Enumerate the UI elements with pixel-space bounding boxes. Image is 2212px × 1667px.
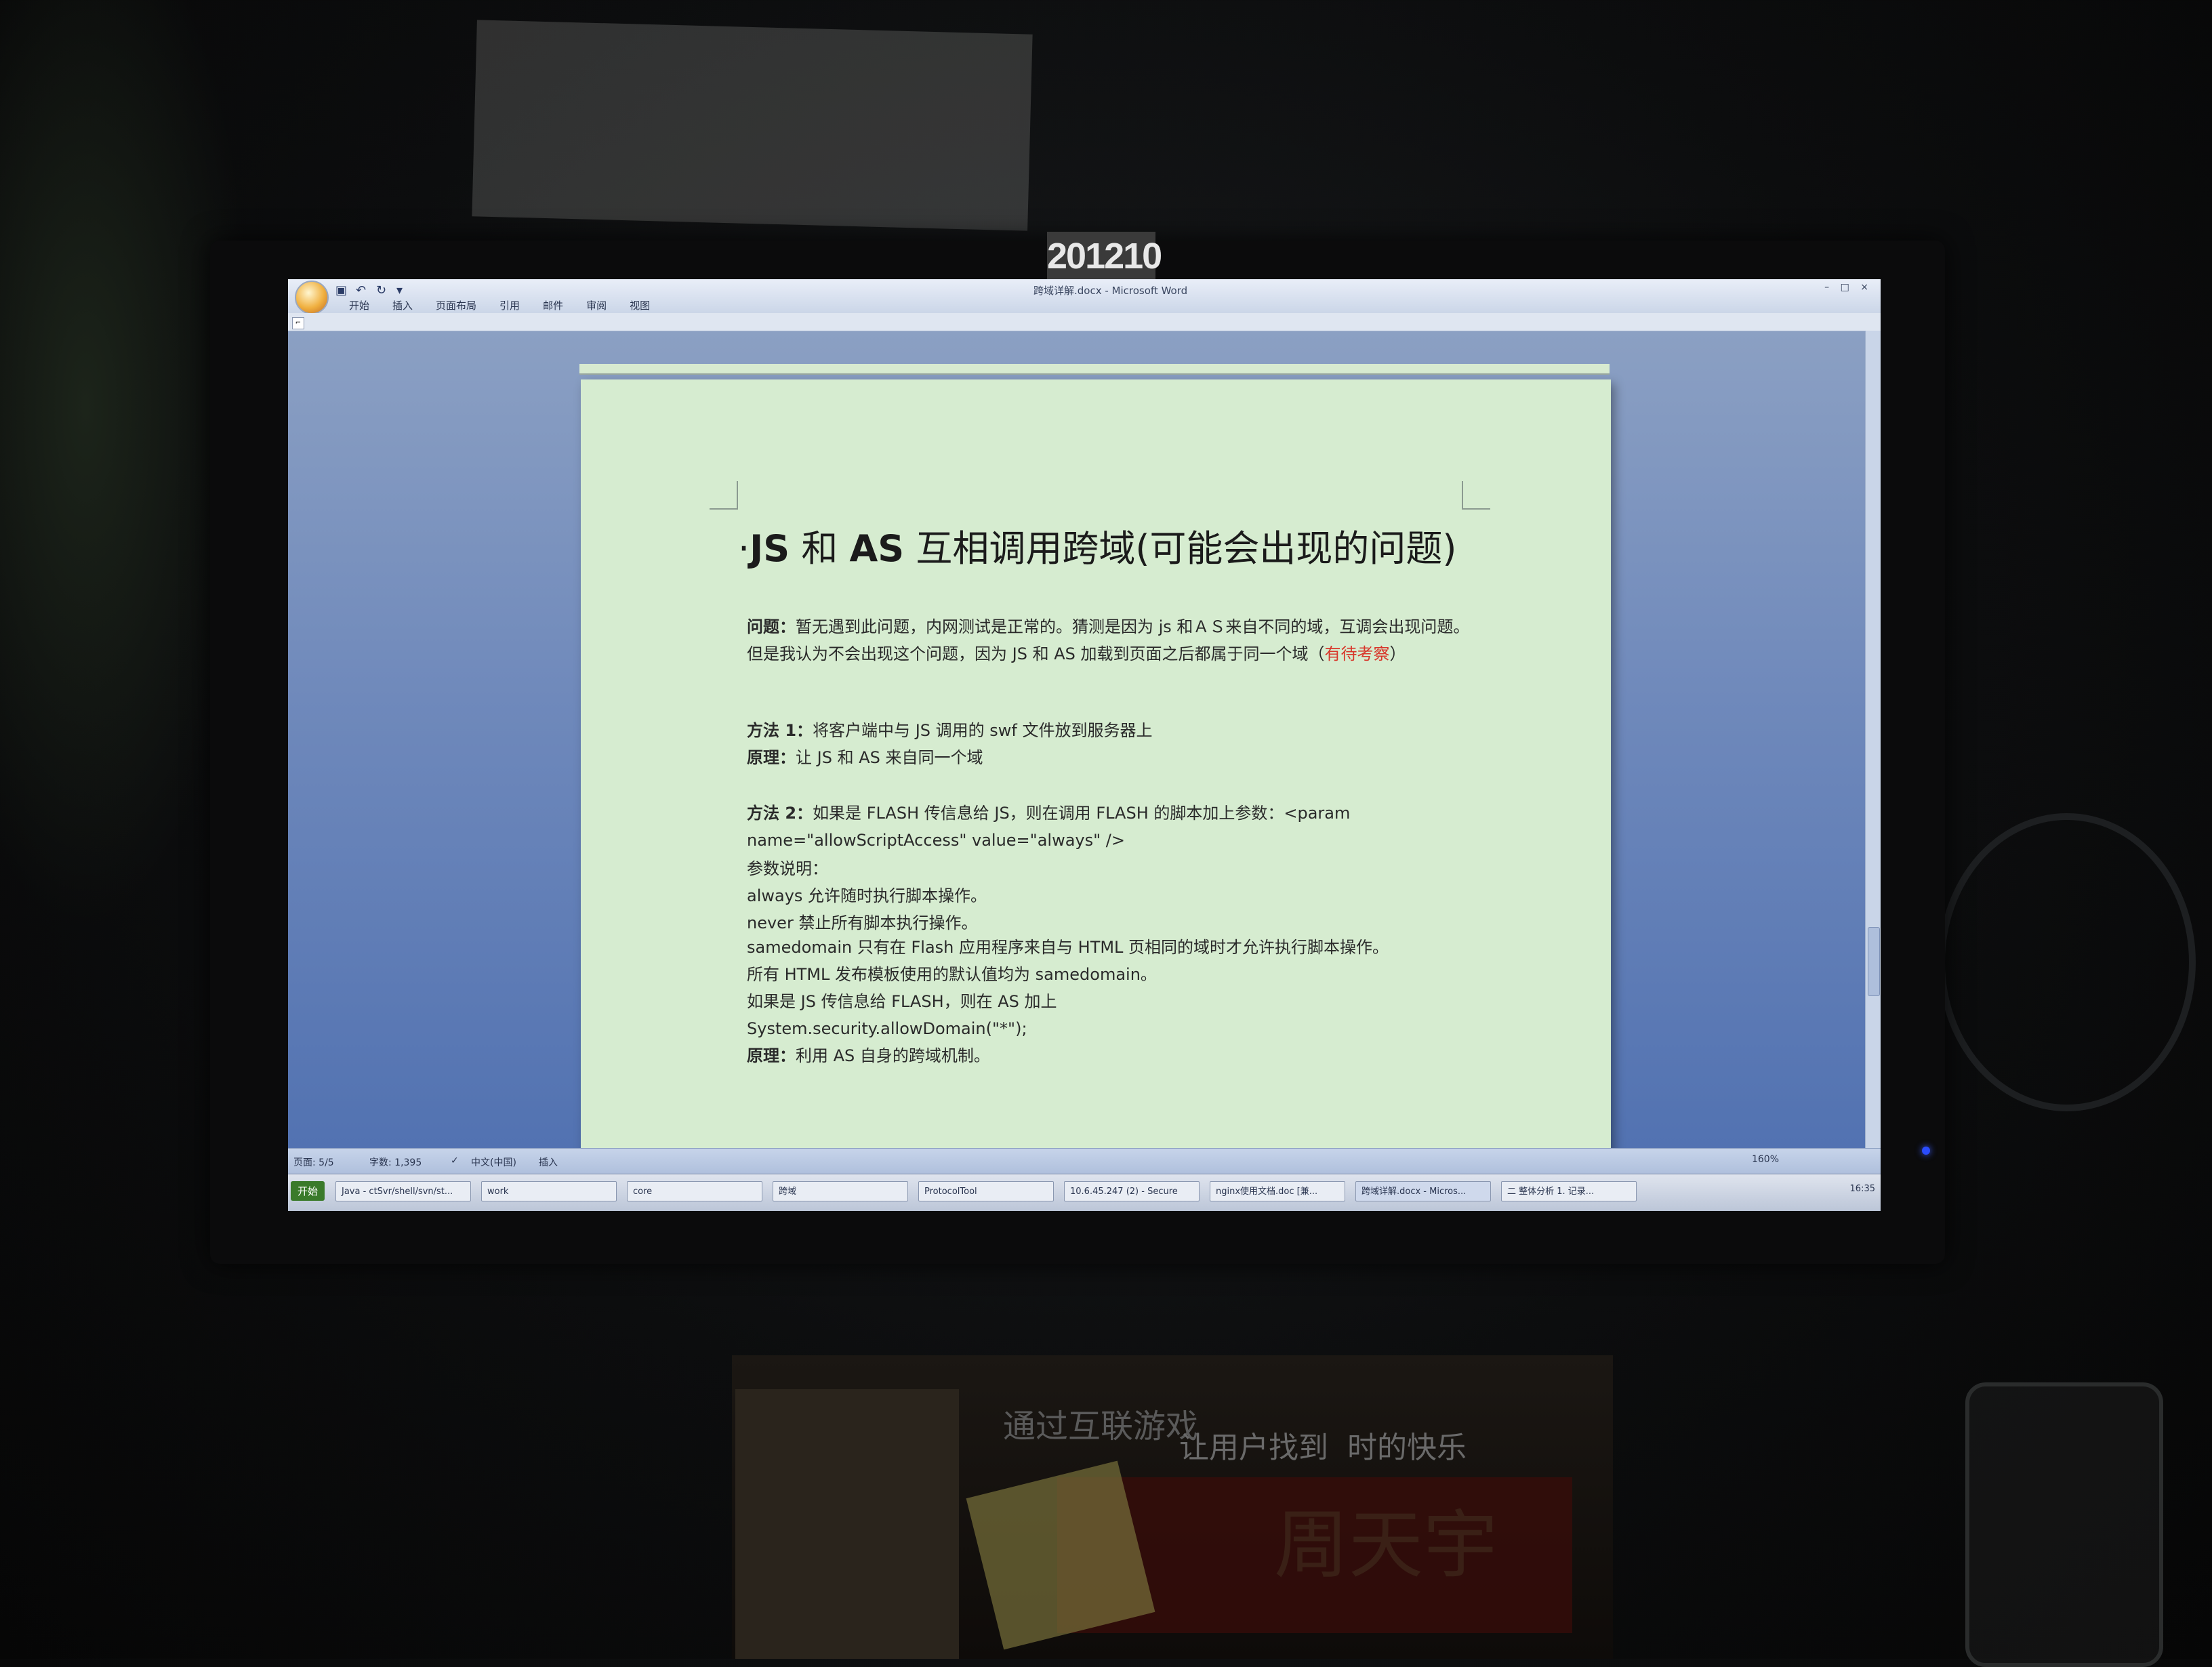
- undo-icon[interactable]: ↶: [356, 283, 371, 298]
- office-button[interactable]: [295, 281, 329, 314]
- tab-references[interactable]: 引用: [499, 298, 520, 312]
- paragraph-method1: 方法 1：将客户端中与 JS 调用的 swf 文件放到服务器上: [747, 721, 1153, 740]
- ruler-toggle-icon[interactable]: ⌐: [292, 317, 304, 329]
- task-kuayu-folder[interactable]: 跨域: [773, 1181, 908, 1201]
- wall-poster: [472, 20, 1033, 231]
- task-secure[interactable]: 10.6.45.247 (2) - Secure: [1064, 1181, 1200, 1201]
- power-led: [1922, 1147, 1930, 1155]
- book-author: 周天宇: [1274, 1502, 1498, 1588]
- paragraph-always: always 允许随时执行脚本操作。: [747, 886, 987, 905]
- paragraph-default: 所有 HTML 发布模板使用的默认值均为 samedomain。: [747, 965, 1157, 984]
- start-button[interactable]: 开始: [291, 1181, 325, 1201]
- system-clock[interactable]: 16:35: [1850, 1184, 1875, 1194]
- redo-icon[interactable]: ↻: [376, 283, 391, 298]
- paragraph-js-to-flash: 如果是 JS 传信息给 FLASH，则在 AS 加上: [747, 992, 1057, 1011]
- taskbar: 开始 Java - ctSvr/shell/svn/st... work cor…: [288, 1174, 1881, 1211]
- window-title: 跨域详解.docx - Microsoft Word: [1033, 285, 1188, 297]
- window-controls[interactable]: – □ ×: [1824, 282, 1872, 293]
- status-language[interactable]: 中文(中国): [471, 1155, 516, 1169]
- paragraph-samedomain: samedomain 只有在 Flash 应用程序来自与 HTML 页相同的域时…: [747, 938, 1389, 957]
- document-page[interactable]: ·JS 和 AS 互相调用跨域(可能会出现的问题) 问题：暂无遇到此问题，内网测…: [581, 379, 1611, 1211]
- tab-page-layout[interactable]: 页面布局: [436, 298, 476, 312]
- paragraph-problem: 问题：暂无遇到此问题，内网测试是正常的。猜测是因为 js 和ＡＳ来自不同的域，互…: [747, 617, 1470, 663]
- document-heading: ·JS 和 AS 互相调用跨域(可能会出现的问题): [738, 527, 1457, 570]
- task-analysis[interactable]: 二 整体分析 1. 记录...: [1501, 1181, 1637, 1201]
- paragraph-params-label: 参数说明：: [747, 859, 828, 878]
- book-line1: 通过互联游戏: [1003, 1407, 1199, 1445]
- status-insert-mode[interactable]: 插入: [539, 1155, 558, 1169]
- paragraph-method2: 方法 2：如果是 FLASH 传信息给 JS，则在调用 FLASH 的脚本加上参…: [747, 804, 1351, 850]
- crop-mark-top-left: [710, 481, 738, 510]
- scrollbar-thumb[interactable]: [1868, 927, 1880, 996]
- task-core[interactable]: core: [627, 1181, 762, 1201]
- ribbon-collapsed: [288, 313, 1881, 331]
- ribbon-tabs: 开始 插入 页面布局 引用 邮件 审阅 视图: [349, 298, 650, 312]
- task-java[interactable]: Java - ctSvr/shell/svn/st...: [335, 1181, 471, 1201]
- task-word-active[interactable]: 跨域详解.docx - Micros...: [1355, 1181, 1491, 1201]
- status-word-count[interactable]: 字数: 1,395: [369, 1155, 422, 1169]
- book-line2: 让用户找到 时的快乐: [1179, 1431, 1467, 1465]
- tab-view[interactable]: 视图: [630, 298, 650, 312]
- crop-mark-top-right: [1462, 481, 1490, 510]
- proofing-icon[interactable]: ✓: [451, 1155, 459, 1166]
- paragraph-code: System.security.allowDomain("*");: [747, 1019, 1027, 1038]
- paragraph-principle2: 原理：利用 AS 自身的跨域机制。: [747, 1046, 990, 1065]
- task-work[interactable]: work: [481, 1181, 617, 1201]
- qat-dropdown-icon[interactable]: ▾: [396, 283, 411, 298]
- status-page[interactable]: 页面: 5/5: [293, 1155, 334, 1169]
- status-bar: 页面: 5/5 字数: 1,395 ✓ 中文(中国) 插入 160%: [288, 1148, 1881, 1174]
- tab-mailings[interactable]: 邮件: [543, 298, 563, 312]
- tab-review[interactable]: 审阅: [586, 298, 607, 312]
- paragraph-principle1: 原理：让 JS 和 AS 来自同一个域: [747, 748, 983, 767]
- paragraph-never: never 禁止所有脚本执行操作。: [747, 913, 978, 932]
- save-icon[interactable]: ▣: [335, 283, 350, 298]
- monitor-sticker: 201210: [1047, 232, 1162, 281]
- photo-frame: [735, 1389, 959, 1659]
- tab-home[interactable]: 开始: [349, 298, 369, 312]
- title-bar: ▣ ↶ ↻ ▾ 跨域详解.docx - Microsoft Word – □ ×…: [288, 279, 1881, 314]
- task-nginx-doc[interactable]: nginx使用文档.doc [兼...: [1210, 1181, 1345, 1201]
- screen: ▣ ↶ ↻ ▾ 跨域详解.docx - Microsoft Word – □ ×…: [288, 279, 1881, 1211]
- zoom-level[interactable]: 160%: [1752, 1154, 1779, 1165]
- glass-mug: [1965, 1382, 2163, 1667]
- tab-insert[interactable]: 插入: [392, 298, 413, 312]
- task-protocoltool[interactable]: ProtocolTool: [918, 1181, 1054, 1201]
- vertical-scrollbar[interactable]: [1865, 331, 1881, 1171]
- previous-page-bottom: [579, 364, 1610, 375]
- desk-fan: [1938, 813, 2196, 1111]
